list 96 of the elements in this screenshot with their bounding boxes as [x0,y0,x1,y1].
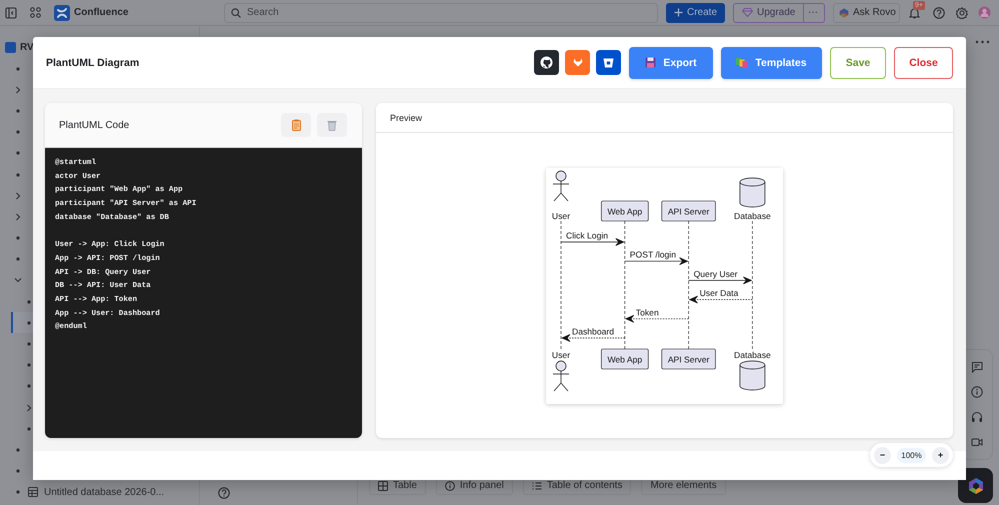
gem-icon [742,8,753,17]
more-icon[interactable] [975,40,990,44]
bullet-icon [25,298,33,306]
panel-title: Preview [390,112,422,122]
trash-icon [327,120,337,130]
bell-icon[interactable] [909,6,920,18]
dialog-title: PlantUML Diagram [46,56,140,68]
rovo-button[interactable] [958,468,993,503]
rovo-logo-icon [839,8,849,18]
participant-box: API Server [661,348,716,369]
bullet-icon [25,340,33,348]
panel-title: PlantUML Code [59,120,130,130]
help-icon[interactable] [933,6,945,18]
templates-icon [736,57,748,68]
bullet-icon [14,467,22,476]
copy-button[interactable] [281,113,311,137]
message-arrow [688,295,753,303]
bullet-icon [25,424,33,433]
participant-label: User [552,350,570,360]
chevron-right-icon[interactable] [14,212,22,221]
gitlab-button[interactable] [565,50,590,75]
ask-rovo-button[interactable]: Ask Rovo [833,2,900,22]
settings-icon[interactable] [956,6,968,18]
table-icon [378,480,388,490]
bullet-icon [25,361,33,370]
bullet-icon [14,106,22,115]
search-icon [231,8,241,18]
participant-label: Database [734,350,771,360]
message-label: Dashboard [572,326,614,336]
confluence-logo-icon[interactable] [54,4,70,20]
save-button[interactable]: Save [830,46,886,78]
plus-icon [674,8,683,17]
table-icon [28,487,38,498]
bullet-icon [14,64,22,73]
upgrade-button[interactable]: Upgrade [733,2,804,22]
bullet-icon [14,488,22,496]
bucket-icon [603,58,614,68]
space-name[interactable]: RV [20,42,34,53]
rovo-logo-icon [968,476,984,494]
message-label: POST /login [630,249,676,260]
bullet-icon [14,149,22,158]
help-icon[interactable] [218,487,230,499]
message-label: Click Login [566,230,608,240]
database-icon [740,360,766,390]
avatar-icon[interactable] [978,6,991,19]
info-icon [444,480,455,490]
zoom-level: 100% [897,448,926,462]
message-label: User Data [700,288,738,298]
participant-label: User [552,210,570,220]
create-button[interactable]: Create [666,2,725,22]
zoom-out-button[interactable]: − [874,446,891,464]
templates-button[interactable]: Templates [721,46,822,78]
export-button[interactable]: Export [629,46,713,78]
headset-icon[interactable] [971,411,983,423]
search-field[interactable]: Search [224,2,658,22]
bullet-icon [14,446,22,454]
chevron-right-icon[interactable] [14,192,22,200]
close-button[interactable]: Close [894,46,953,78]
apps-grid-icon[interactable] [30,7,41,18]
sidebar-toggle-icon[interactable] [5,6,17,18]
fox-head-icon [572,58,582,67]
item-label[interactable]: Untitled database 2026-0... [44,486,164,498]
participant-label: Database [734,210,771,220]
github-icon [540,56,553,69]
chevron-right-icon[interactable] [25,404,33,412]
list-icon [532,480,542,490]
delete-button[interactable] [317,113,347,137]
actor-icon [552,360,570,391]
participant-box: Web App [601,200,649,221]
message-arrow [561,334,626,342]
clipboard-icon [292,119,300,131]
bullet-icon [14,170,22,179]
comment-icon[interactable] [971,361,983,373]
bullet-icon [14,128,22,136]
bullet-icon [25,318,33,327]
chevron-right-icon[interactable] [14,86,22,94]
bullet-icon [14,234,22,242]
participant-box: Web App [601,348,649,369]
zoom-in-button[interactable]: + [932,446,949,464]
participant-box: API Server [661,200,716,221]
message-arrow [624,314,689,322]
video-icon[interactable] [971,436,983,448]
actor-icon [552,170,570,201]
message-label: Query User [694,268,738,278]
bullet-icon [14,255,22,264]
database-icon [740,177,766,207]
code-editor[interactable] [45,148,362,438]
more-button[interactable]: ··· [804,2,825,22]
github-button[interactable] [534,50,559,75]
chevron-down-icon[interactable] [14,276,22,284]
app-name[interactable]: Confluence [74,7,128,18]
message-label: Token [636,306,659,317]
bullet-icon [25,382,33,390]
sidebar-item[interactable]: Untitled database 2026-0... [0,482,168,503]
bitbucket-button[interactable] [596,50,621,75]
info-icon[interactable] [971,386,983,398]
